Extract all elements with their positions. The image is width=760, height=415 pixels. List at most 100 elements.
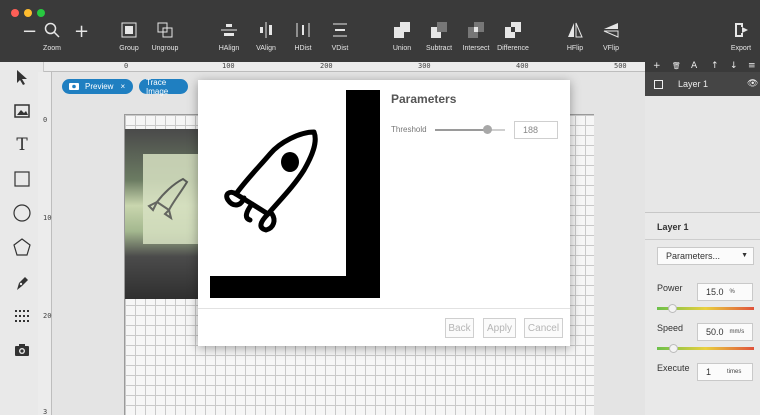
text-layer-icon[interactable]: A xyxy=(691,61,697,71)
ungroup-button[interactable]: Ungroup xyxy=(143,20,187,56)
camera-icon xyxy=(69,82,79,92)
vdist-button[interactable]: VDist xyxy=(318,20,362,56)
vflip-button[interactable]: VFlip xyxy=(589,20,633,56)
preview-tab[interactable]: Preview × xyxy=(62,79,133,94)
trace-parameters-dialog: Parameters Threshold 188 Back Apply Canc… xyxy=(198,80,570,346)
halign-icon xyxy=(221,20,237,40)
ungroup-label: Ungroup xyxy=(151,45,179,52)
zoom-label: Zoom xyxy=(43,45,61,52)
vflip-icon xyxy=(602,20,620,40)
text-icon[interactable]: T xyxy=(10,133,34,157)
ruler-label: 100 xyxy=(222,62,235,70)
zoom-in-button[interactable]: + xyxy=(74,22,89,42)
layers-toolbar: + 🗑 A ↑ ↓ ≡ xyxy=(645,61,760,72)
layer-row[interactable]: Layer 1 👁 xyxy=(645,72,760,96)
zoom-control: Zoom xyxy=(30,20,74,56)
ruler-label: 0 xyxy=(124,62,129,70)
intersect-icon xyxy=(467,20,485,40)
difference-button[interactable]: Difference xyxy=(491,20,535,56)
subtract-label: Subtract xyxy=(425,45,453,52)
speed-unit: mm/s xyxy=(729,329,745,335)
valign-label: VAlign xyxy=(256,45,276,52)
layer-checkbox[interactable] xyxy=(654,80,663,89)
hflip-label: HFlip xyxy=(566,45,584,52)
dialog-divider xyxy=(198,308,570,309)
rectangle-icon[interactable] xyxy=(10,167,34,191)
pen-icon[interactable] xyxy=(10,271,34,295)
threshold-label: Threshold xyxy=(391,125,427,134)
chevron-down-icon: ▼ xyxy=(741,252,748,259)
grid-array-icon[interactable] xyxy=(10,304,34,328)
ruler-label: 200 xyxy=(320,62,333,70)
threshold-slider[interactable] xyxy=(435,125,505,134)
cursor-icon[interactable] xyxy=(10,65,34,89)
vdist-icon xyxy=(332,20,348,40)
power-input[interactable]: 15.0 % xyxy=(697,283,753,301)
halign-label: HAlign xyxy=(218,45,240,52)
ruler-label: 3 xyxy=(43,408,48,415)
threshold-slider-handle[interactable] xyxy=(482,125,492,134)
search-icon xyxy=(44,20,60,40)
power-value: 15.0 xyxy=(706,287,724,297)
properties-title: Layer 1 xyxy=(657,222,689,232)
add-layer-icon[interactable]: + xyxy=(653,61,661,71)
difference-icon xyxy=(504,20,522,40)
ellipse-icon[interactable] xyxy=(10,201,34,225)
parameters-select-value: Parameters... xyxy=(666,251,721,261)
eye-icon[interactable]: 👁 xyxy=(747,78,758,89)
image-icon[interactable] xyxy=(10,99,34,123)
difference-label: Difference xyxy=(497,45,529,52)
subtract-icon xyxy=(430,20,448,40)
execute-input[interactable]: 1 times xyxy=(697,363,753,381)
power-label: Power xyxy=(657,283,683,293)
parameters-select[interactable]: Parameters... ▼ xyxy=(657,247,754,265)
execute-unit: times xyxy=(727,369,742,375)
speed-label: Speed xyxy=(657,323,684,333)
hdist-label: HDist xyxy=(294,45,312,52)
trace-image-label: Trace Image xyxy=(146,77,169,96)
trash-icon[interactable]: 🗑 xyxy=(672,62,681,70)
move-down-icon[interactable]: ↓ xyxy=(730,61,738,71)
union-icon xyxy=(393,20,411,40)
layer-name: Layer 1 xyxy=(678,79,709,89)
threshold-input[interactable]: 188 xyxy=(514,121,558,139)
speed-slider-handle[interactable] xyxy=(669,344,679,353)
execute-value: 1 xyxy=(706,367,712,377)
minimize-window-button[interactable] xyxy=(24,9,32,17)
trace-image-button[interactable]: Trace Image xyxy=(139,77,188,96)
close-window-button[interactable] xyxy=(11,9,19,17)
vertical-ruler: 0 100 200 3 xyxy=(38,72,56,415)
close-icon[interactable]: × xyxy=(120,82,125,91)
threshold-slider-fill xyxy=(435,129,487,131)
layers-list: Layer 1 👁 xyxy=(645,72,760,212)
move-up-icon[interactable]: ↑ xyxy=(711,61,719,71)
power-slider[interactable] xyxy=(657,304,754,313)
horizontal-ruler: 0 100 200 300 400 500 xyxy=(44,62,645,72)
export-button[interactable]: Export xyxy=(719,20,760,56)
valign-icon xyxy=(258,20,274,40)
ruler-label: 400 xyxy=(516,62,529,70)
menu-icon[interactable]: ≡ xyxy=(748,61,756,71)
ungroup-icon xyxy=(157,20,173,40)
parameters-title: Parameters xyxy=(391,92,457,106)
ruler-label: 500 xyxy=(614,62,627,70)
polygon-icon[interactable] xyxy=(10,235,34,259)
photo-content xyxy=(143,154,205,244)
power-slider-handle[interactable] xyxy=(667,304,677,313)
vflip-label: VFlip xyxy=(603,45,619,52)
ruler-label: 300 xyxy=(418,62,431,70)
traced-photo[interactable] xyxy=(125,129,205,299)
ruler-label: 0 xyxy=(43,116,48,124)
camera-icon[interactable] xyxy=(10,338,34,362)
apply-button[interactable]: Apply xyxy=(483,318,516,338)
zoom-window-button[interactable] xyxy=(37,9,45,17)
speed-value: 50.0 xyxy=(706,327,724,337)
group-icon xyxy=(121,20,137,40)
hflip-icon xyxy=(566,20,584,40)
cancel-button[interactable]: Cancel xyxy=(524,318,563,338)
speed-slider[interactable] xyxy=(657,344,754,353)
intersect-label: Intersect xyxy=(462,45,490,52)
speed-input[interactable]: 50.0 mm/s xyxy=(697,323,753,341)
back-button[interactable]: Back xyxy=(445,318,474,338)
power-unit: % xyxy=(729,289,735,295)
